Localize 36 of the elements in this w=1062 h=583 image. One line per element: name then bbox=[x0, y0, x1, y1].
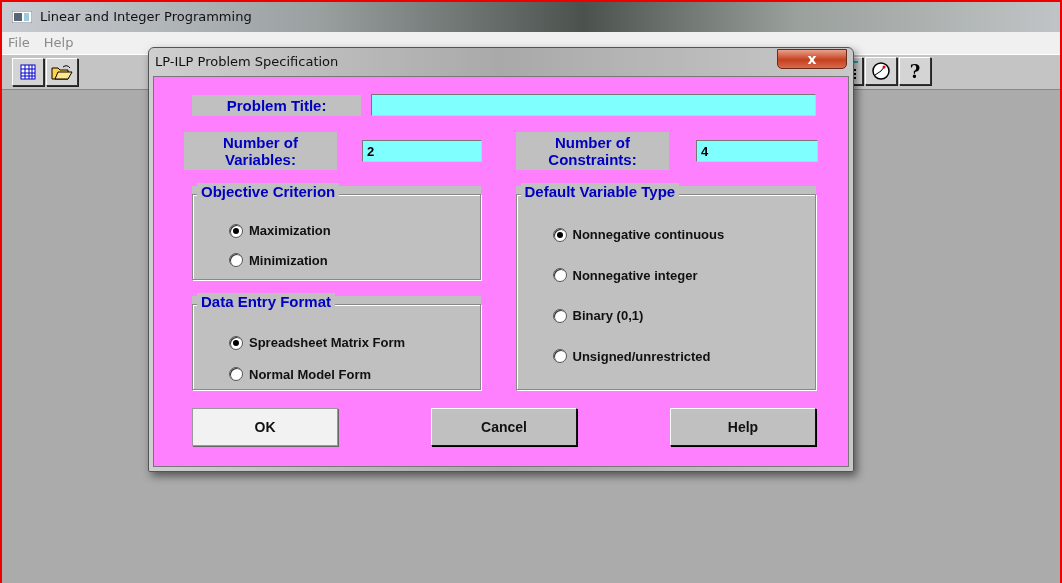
close-button[interactable]: x bbox=[777, 49, 847, 69]
title-field[interactable] bbox=[371, 94, 816, 116]
clock-icon[interactable] bbox=[865, 57, 897, 85]
group-title: Objective Criterion bbox=[197, 183, 340, 201]
radio-button[interactable] bbox=[552, 227, 567, 242]
radio-button[interactable] bbox=[552, 308, 567, 323]
radio-button[interactable] bbox=[229, 223, 243, 238]
dialog-button[interactable]: Cancel bbox=[431, 408, 577, 446]
option-label[interactable]: Unsigned/unrestricted bbox=[572, 346, 711, 366]
radio-button[interactable] bbox=[552, 349, 567, 364]
radio-button[interactable] bbox=[552, 268, 567, 283]
field-label: Problem Title: bbox=[192, 94, 362, 116]
option-label[interactable]: Nonnegative continuous bbox=[572, 225, 725, 245]
dialog-button[interactable]: Help bbox=[670, 408, 816, 446]
option-label[interactable]: Spreadsheet Matrix Form bbox=[249, 333, 406, 353]
group-title: Data Entry Format bbox=[197, 293, 336, 311]
variables-field[interactable]: 2 bbox=[362, 140, 482, 162]
open-folder-icon[interactable] bbox=[46, 58, 78, 86]
option-label[interactable]: Normal Model Form bbox=[249, 364, 372, 384]
field-label: Number of Variables: bbox=[184, 132, 337, 170]
table-icon[interactable] bbox=[12, 58, 44, 86]
radio-button[interactable] bbox=[229, 335, 243, 350]
dialog-title: LP-ILP Problem Specification bbox=[155, 53, 339, 72]
window-title: Linear and Integer Programming bbox=[40, 8, 252, 27]
option-label[interactable]: Maximization bbox=[249, 221, 331, 241]
app-icon bbox=[12, 11, 32, 23]
field-label: Number of Constraints: bbox=[516, 132, 669, 170]
help-button[interactable]: ? bbox=[899, 57, 931, 85]
radio-button[interactable] bbox=[229, 253, 243, 268]
group-title: Default Variable Type bbox=[520, 183, 680, 201]
radio-button[interactable] bbox=[229, 367, 243, 382]
option-label[interactable]: Minimization bbox=[249, 250, 328, 270]
option-label[interactable]: Binary (0,1) bbox=[572, 306, 644, 326]
option-label[interactable]: Nonnegative integer bbox=[572, 265, 698, 285]
constraints-field[interactable]: 4 bbox=[696, 140, 818, 162]
dialog-button[interactable]: OK bbox=[192, 408, 338, 446]
